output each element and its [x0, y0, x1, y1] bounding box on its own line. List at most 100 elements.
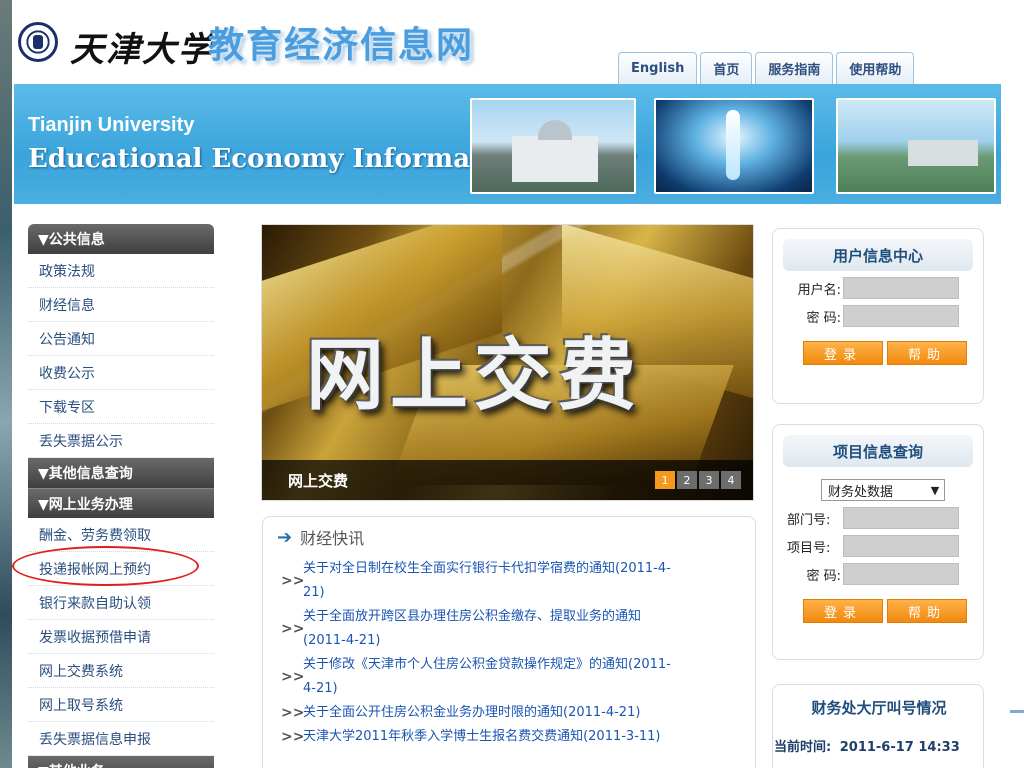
nav-section-public-info[interactable]: ▼公共信息	[28, 224, 214, 254]
nav-item-lost-receipt-report[interactable]: 丢失票据信息申报	[28, 722, 214, 756]
slide-caption[interactable]: 网上交费	[288, 470, 348, 491]
double-chevron-icon: >>	[281, 669, 305, 685]
news-list: >> 关于对全日制在校生全面实行银行卡代扣学宿费的通知(2011-4- 21) >…	[281, 557, 741, 749]
hall-queue-title: 财务处大厅叫号情况	[811, 699, 947, 717]
nav-item-policy[interactable]: 政策法规	[28, 254, 214, 288]
slideshow[interactable]: 网上交费 网上交费 1 2 3 4	[261, 224, 754, 501]
news-link-line: 21)	[303, 585, 325, 600]
nav-item-bank-claim[interactable]: 银行来款自助认领	[28, 586, 214, 620]
list-item[interactable]: >> 关于修改《天津市个人住房公积金贷款操作规定》的通知(2011- 4-21)	[281, 653, 741, 701]
project-label: 项目号:	[787, 540, 831, 556]
news-link-line: 关于修改《天津市个人住房公积金贷款操作规定》的通知(2011-	[303, 657, 671, 672]
list-item[interactable]: >> 关于全面公开住房公积金业务办理时限的通知(2011-4-21)	[281, 701, 741, 725]
banner-photo-building	[470, 98, 636, 194]
project-query-title: 项目信息查询	[783, 435, 973, 467]
highlight-circle	[12, 546, 199, 586]
double-chevron-icon: >>	[281, 705, 305, 721]
dept-input[interactable]	[843, 507, 959, 529]
select-value: 财务处数据	[828, 484, 894, 500]
nav-item-downloads[interactable]: 下载专区	[28, 390, 214, 424]
login-button[interactable]: 登录	[803, 341, 883, 365]
slide-page-1[interactable]: 1	[655, 471, 675, 489]
slide-page-3[interactable]: 3	[699, 471, 719, 489]
query-login-button[interactable]: 登录	[803, 599, 883, 623]
right-edge-line	[1010, 710, 1024, 713]
arrow-right-icon: ➔	[277, 526, 293, 548]
list-item[interactable]: >> 天津大学2011年秋季入学博士生报名费交费通知(2011-3-11)	[281, 725, 741, 749]
username-input[interactable]	[843, 277, 959, 299]
tab-service-guide[interactable]: 服务指南	[755, 52, 834, 84]
top-tabs: English 首页 服务指南 使用帮助	[618, 52, 915, 84]
password-label: 密 码:	[806, 310, 841, 326]
username-row: 用户名:	[787, 277, 959, 299]
news-link-line: (2011-4-21)	[303, 633, 381, 648]
user-info-center: 用户信息中心 用户名: 密 码: 登录 帮助	[772, 228, 984, 404]
nav-section-online-business[interactable]: ▼网上业务办理	[28, 488, 214, 518]
news-link[interactable]: 关于对全日制在校生全面实行银行卡代扣学宿费的通知(2011-4- 21)	[303, 557, 671, 605]
double-chevron-icon: >>	[281, 621, 305, 637]
project-input[interactable]	[843, 535, 959, 557]
news-link-line: 4-21)	[303, 681, 338, 696]
news-title: 财经快讯	[300, 529, 365, 548]
nav-item-fees-public[interactable]: 收费公示	[28, 356, 214, 390]
banner: Tianjin University Educational Economy I…	[14, 84, 1001, 204]
current-time-label: 当前时间:	[774, 740, 832, 755]
double-chevron-icon: >>	[281, 729, 305, 745]
nav-item-lost-receipts[interactable]: 丢失票据公示	[28, 424, 214, 458]
news-header: ➔ 财经快讯	[277, 525, 364, 549]
nav-item-invoice-borrow[interactable]: 发票收据预借申请	[28, 620, 214, 654]
left-photo-edge	[0, 0, 12, 768]
tab-home[interactable]: 首页	[700, 52, 753, 84]
tab-english[interactable]: English	[618, 52, 698, 84]
banner-photo-lake	[836, 98, 996, 194]
left-nav: ▼公共信息 政策法规 财经信息 公告通知 收费公示 下载专区 丢失票据公示 ▼其…	[28, 224, 214, 768]
user-center-title: 用户信息中心	[783, 239, 973, 271]
slide-page-4[interactable]: 4	[721, 471, 741, 489]
nav-item-finance-info[interactable]: 财经信息	[28, 288, 214, 322]
current-time: 当前时间: 2011-6-17 14:33	[774, 736, 960, 755]
dropdown-caret-icon: ▼	[930, 483, 940, 497]
username-label: 用户名:	[797, 282, 841, 298]
project-query-box: 项目信息查询 财务处数据 ▼ 部门号: 项目号: 密 码: 登录 帮助	[772, 424, 984, 660]
list-item[interactable]: >> 关于全面放开跨区县办理住房公积金缴存、提取业务的通知 (2011-4-21)	[281, 605, 741, 653]
password-row: 密 码:	[787, 305, 959, 327]
news-link[interactable]: 关于全面公开住房公积金业务办理时限的通知(2011-4-21)	[303, 701, 640, 725]
double-chevron-icon: >>	[281, 573, 305, 589]
tab-help[interactable]: 使用帮助	[836, 52, 915, 84]
news-link-line: 关于全面放开跨区县办理住房公积金缴存、提取业务的通知	[303, 609, 642, 624]
nav-section-other-business[interactable]: ▼其他业务	[28, 756, 214, 768]
query-help-button[interactable]: 帮助	[887, 599, 967, 623]
slide-pager: 1 2 3 4	[655, 471, 741, 489]
news-link[interactable]: 天津大学2011年秋季入学博士生报名费交费通知(2011-3-11)	[303, 725, 661, 749]
news-link-line: 关于对全日制在校生全面实行银行卡代扣学宿费的通知(2011-4-	[303, 561, 671, 576]
password-input[interactable]	[843, 305, 959, 327]
university-name: 天津大学	[70, 30, 214, 70]
nav-item-online-ticket[interactable]: 网上取号系统	[28, 688, 214, 722]
list-item[interactable]: >> 关于对全日制在校生全面实行银行卡代扣学宿费的通知(2011-4- 21)	[281, 557, 741, 605]
slide-caption-bar: 网上交费 1 2 3 4	[262, 460, 753, 500]
site-title: 教育经济信息网	[208, 25, 475, 66]
news-link[interactable]: 关于修改《天津市个人住房公积金贷款操作规定》的通知(2011- 4-21)	[303, 653, 671, 701]
news-link[interactable]: 关于全面放开跨区县办理住房公积金缴存、提取业务的通知 (2011-4-21)	[303, 605, 641, 653]
university-seal-icon	[18, 22, 58, 62]
project-row: 项目号:	[787, 535, 959, 557]
finance-news-box: ➔ 财经快讯 >> 关于对全日制在校生全面实行银行卡代扣学宿费的通知(2011-…	[262, 516, 756, 768]
query-password-label: 密 码:	[806, 568, 841, 584]
nav-section-other-query[interactable]: ▼其他信息查询	[28, 458, 214, 488]
nav-item-online-payment[interactable]: 网上交费系统	[28, 654, 214, 688]
help-button[interactable]: 帮助	[887, 341, 967, 365]
banner-photo-fountain	[654, 98, 814, 194]
slide-page-2[interactable]: 2	[677, 471, 697, 489]
banner-university-en: Tianjin University	[28, 114, 195, 136]
dept-row: 部门号:	[787, 507, 959, 529]
hall-queue-box: 财务处大厅叫号情况	[772, 684, 984, 768]
nav-item-notices[interactable]: 公告通知	[28, 322, 214, 356]
right-page-edge	[1012, 0, 1024, 768]
data-source-select[interactable]: 财务处数据 ▼	[821, 479, 945, 501]
slide-headline: 网上交费	[306, 331, 643, 421]
current-time-value: 2011-6-17 14:33	[839, 740, 960, 755]
query-password-input[interactable]	[843, 563, 959, 585]
query-password-row: 密 码:	[787, 563, 959, 585]
site-header: 天津大学 教育经济信息网 English 首页 服务指南 使用帮助	[12, 0, 1012, 84]
dept-label: 部门号:	[787, 512, 831, 528]
